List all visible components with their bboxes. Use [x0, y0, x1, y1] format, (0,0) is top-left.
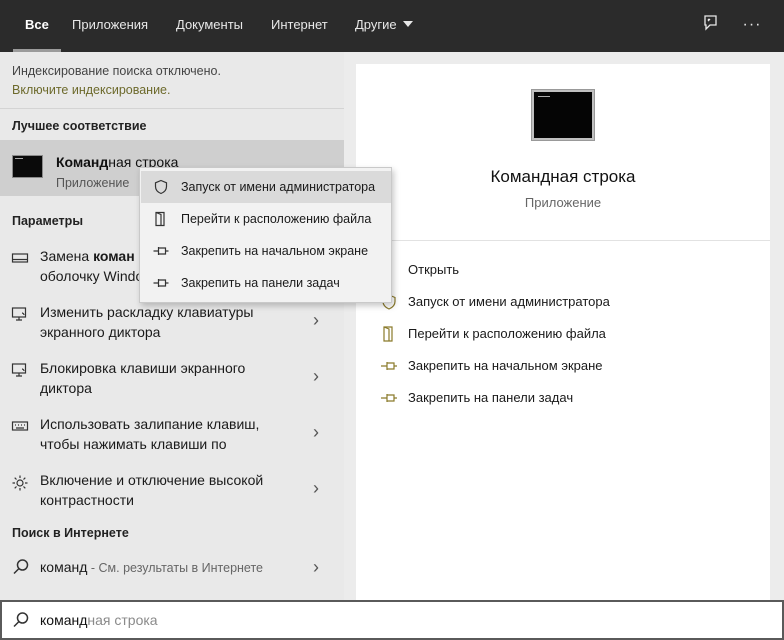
cmd-app-large-icon	[532, 90, 594, 140]
chevron-right-icon[interactable]: ›	[313, 310, 319, 331]
preview-subtitle: Приложение	[524, 195, 602, 210]
file-location-icon	[153, 211, 169, 227]
results-pane: Индексирование поиска отключено. Включит…	[0, 52, 344, 600]
shield-icon	[153, 179, 169, 195]
divider	[0, 108, 344, 109]
tab-apps[interactable]: Приложения	[72, 0, 148, 52]
chevron-down-icon	[402, 20, 413, 27]
cmd-app-icon	[12, 155, 43, 178]
context-menu: Запуск от имени администратора Перейти к…	[139, 167, 392, 303]
setting-label-line2: диктора	[40, 380, 92, 396]
action-label: Открыть	[408, 262, 460, 277]
web-search-text: команд - См. результаты в Интернете	[40, 559, 263, 575]
menu-item-label: Закрепить на начальном экране	[181, 244, 369, 258]
setting-label: Изменить раскладку клавиатуры экранного д…	[40, 302, 305, 342]
search-icon	[12, 558, 30, 579]
action-label: Перейти к расположению файла	[408, 326, 606, 341]
more-icon[interactable]: ···	[741, 14, 763, 36]
search-tab-bar: Все Приложения Документы Интернет Другие…	[0, 0, 784, 52]
setting-item[interactable]: Изменить раскладку клавиатуры экранного д…	[0, 302, 344, 358]
setting-item[interactable]: Включение и отключение высокой контрастно…	[0, 470, 344, 526]
action-label: Закрепить на начальном экране	[408, 358, 603, 373]
keyboard-icon	[11, 418, 29, 436]
action-label: Закрепить на панели задач	[408, 390, 574, 405]
setting-item[interactable]: Блокировка клавиши экранного диктора ›	[0, 358, 344, 414]
monitor-icon	[11, 250, 29, 268]
setting-label-line1: Изменить раскладку клавиатуры	[40, 304, 254, 320]
tab-other[interactable]: Другие	[355, 0, 413, 52]
setting-label-line1: Блокировка клавиши экранного	[40, 360, 246, 376]
narrator-icon	[11, 362, 29, 380]
chevron-right-icon[interactable]: ›	[313, 557, 319, 578]
search-icon	[12, 611, 30, 632]
search-input[interactable]: командная строка	[40, 612, 158, 628]
settings-heading: Параметры	[12, 214, 83, 228]
file-location-icon	[380, 325, 398, 343]
best-match-subtitle: Приложение	[56, 176, 130, 190]
menu-item-label: Перейти к расположению файла	[181, 212, 372, 226]
best-match-heading: Лучшее соответствие	[12, 119, 147, 133]
tab-documents[interactable]: Документы	[176, 0, 243, 52]
best-match-title-bold: Команд	[56, 154, 109, 170]
menu-item-label: Запуск от имени администратора	[181, 180, 376, 194]
menu-item-pin-start[interactable]: Закрепить на начальном экране	[141, 235, 391, 267]
brightness-icon	[11, 474, 29, 492]
narrator-icon	[11, 306, 29, 324]
setting-label-line2: чтобы нажимать клавиши по	[40, 436, 227, 452]
setting-label-line2: экранного диктора	[40, 324, 161, 340]
search-autocomplete-hint: ная строка	[87, 612, 158, 628]
web-search-suffix: - См. результаты в Интернете	[87, 561, 264, 575]
divider	[356, 240, 770, 241]
chevron-right-icon[interactable]: ›	[313, 478, 319, 499]
preview-title: Командная строка	[490, 167, 636, 186]
setting-label: Включение и отключение высокой контрастно…	[40, 470, 305, 510]
search-box[interactable]: командная строка	[0, 600, 784, 640]
web-search-query: команд	[40, 559, 88, 575]
menu-item-label: Закрепить на панели задач	[181, 276, 340, 290]
setting-label-line2: оболочку Windo	[40, 268, 144, 284]
setting-item[interactable]: Использовать залипание клавиш, чтобы нажи…	[0, 414, 344, 470]
setting-label: Использовать залипание клавиш, чтобы нажи…	[40, 414, 305, 454]
setting-label-part: Замена	[40, 248, 94, 264]
menu-item-pin-taskbar[interactable]: Закрепить на панели задач	[141, 267, 391, 299]
chevron-right-icon[interactable]: ›	[313, 366, 319, 387]
feedback-icon[interactable]	[699, 14, 721, 36]
pin-icon	[380, 357, 398, 375]
chevron-right-icon[interactable]: ›	[313, 422, 319, 443]
search-typed-text: команд	[40, 612, 88, 628]
preview-pane: Командная строка Приложение Открыть Запу…	[356, 64, 770, 600]
setting-label-line1: Использовать залипание клавиш,	[40, 416, 260, 432]
tab-internet[interactable]: Интернет	[271, 0, 328, 52]
web-search-heading: Поиск в Интернете	[12, 526, 129, 540]
menu-item-open-file-location[interactable]: Перейти к расположению файла	[141, 203, 391, 235]
pin-icon	[153, 275, 169, 291]
pin-icon	[153, 243, 169, 259]
setting-label-line1: Включение и отключение высокой	[40, 472, 264, 488]
enable-indexing-link[interactable]: Включите индексирование.	[12, 83, 170, 97]
pin-icon	[380, 389, 398, 407]
web-search-item[interactable]: команд - См. результаты в Интернете ›	[0, 552, 344, 586]
action-label: Запуск от имени администратора	[408, 294, 610, 309]
tab-all[interactable]: Все	[13, 0, 61, 52]
setting-label-line2: контрастности	[40, 492, 134, 508]
setting-label-bold: коман	[93, 248, 135, 264]
setting-label: Блокировка клавиши экранного диктора	[40, 358, 305, 398]
menu-item-run-as-admin[interactable]: Запуск от имени администратора	[141, 171, 391, 203]
indexing-notice: Индексирование поиска отключено.	[12, 64, 221, 78]
tab-other-label: Другие	[355, 17, 397, 32]
